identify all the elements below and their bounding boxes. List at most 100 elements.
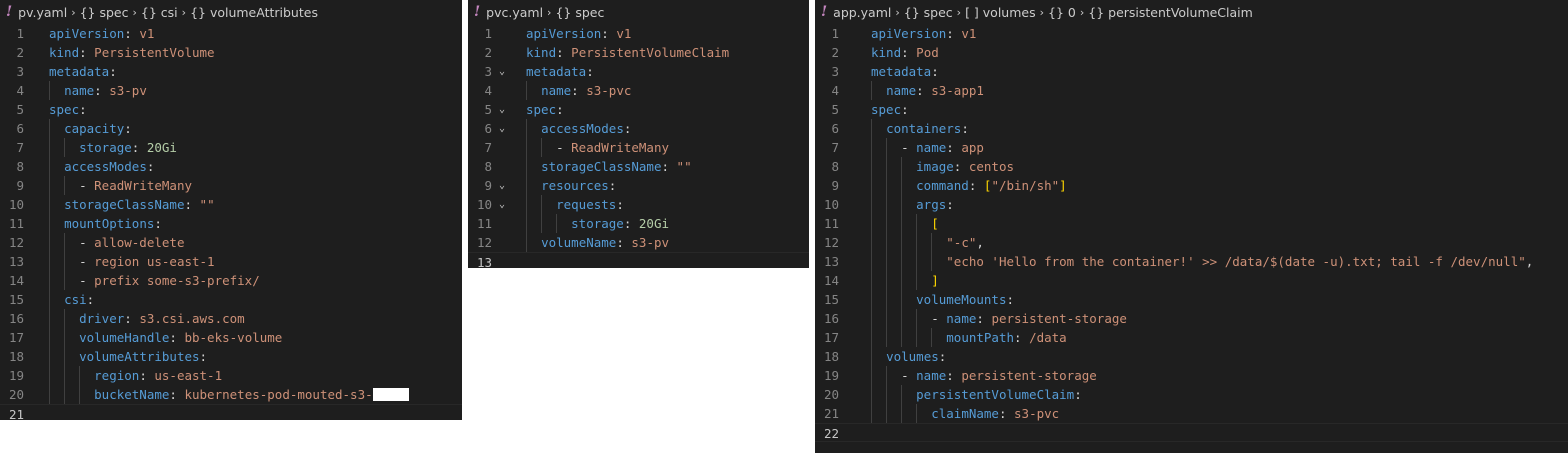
code-line[interactable]: 18 volumes: xyxy=(815,347,1568,366)
code-line[interactable]: 21 xyxy=(0,404,462,420)
code-line[interactable]: 13 "echo 'Hello from the container!' >> … xyxy=(815,252,1568,271)
code-token: : xyxy=(86,292,95,307)
code-line[interactable]: 2 kind: Pod xyxy=(815,43,1568,62)
code-line[interactable]: 2 kind: PersistentVolumeClaim xyxy=(468,43,809,62)
breadcrumb-item[interactable]: [ ] volumes xyxy=(965,5,1036,20)
code-line[interactable]: 3 metadata: xyxy=(815,62,1568,81)
breadcrumb-item[interactable]: pv.yaml xyxy=(18,5,67,20)
code-line[interactable]: 8 accessModes: xyxy=(0,157,462,176)
breadcrumb-item[interactable]: {} volumeAttributes xyxy=(190,5,318,20)
fold-chevron-icon[interactable]: ⌄ xyxy=(496,100,508,119)
code-line[interactable]: 12 "-c", xyxy=(815,233,1568,252)
code-line[interactable]: 7 - ReadWriteMany xyxy=(468,138,809,157)
code-line[interactable]: 9 command: ["/bin/sh"] xyxy=(815,176,1568,195)
code-line[interactable]: 19 - name: persistent-storage xyxy=(815,366,1568,385)
code-line[interactable]: 2 kind: PersistentVolume xyxy=(0,43,462,62)
code-line[interactable]: 9 - ReadWriteMany xyxy=(0,176,462,195)
code-text: volumeMounts: xyxy=(871,290,1014,309)
code-line[interactable]: 1 apiVersion: v1 xyxy=(0,24,462,43)
code-line[interactable]: 6 capacity: xyxy=(0,119,462,138)
code-line[interactable]: 11 mountOptions: xyxy=(0,214,462,233)
code-line[interactable]: 7 - name: app xyxy=(815,138,1568,157)
breadcrumb-item[interactable]: app.yaml xyxy=(833,5,891,20)
code-line[interactable]: 11 storage: 20Gi xyxy=(468,214,809,233)
code-token: us-east-1 xyxy=(154,368,223,383)
code-line[interactable]: 7 storage: 20Gi xyxy=(0,138,462,157)
code-line[interactable]: 10 storageClassName: "" xyxy=(0,195,462,214)
fold-chevron-icon[interactable]: ⌄ xyxy=(496,119,508,138)
editor-pane-pvc[interactable]: ! pvc.yaml ›{} spec 1 apiVersion: v1 2 kind: … xyxy=(468,0,809,268)
fold-chevron-icon[interactable]: ⌄ xyxy=(496,176,508,195)
code-line[interactable]: 20 persistentVolumeClaim: xyxy=(815,385,1568,404)
breadcrumb-item[interactable]: {} 0 xyxy=(1048,5,1076,20)
breadcrumb-item[interactable]: pvc.yaml xyxy=(486,5,543,20)
code-line[interactable]: 22 xyxy=(815,423,1568,442)
code-line[interactable]: 12 volumeName: s3-pv xyxy=(468,233,809,252)
code-line[interactable]: 9 ⌄ resources: xyxy=(468,176,809,195)
breadcrumb-item[interactable]: {} csi xyxy=(141,5,178,20)
code-line[interactable]: 20 bucketName: kubernetes-pod-mouted-s3- xyxy=(0,385,462,404)
code-line[interactable]: 4 name: s3-app1 xyxy=(815,81,1568,100)
code-line[interactable]: 11 [ xyxy=(815,214,1568,233)
code-line[interactable]: 4 name: s3-pvc xyxy=(468,81,809,100)
line-number: 21 xyxy=(8,407,24,420)
code-area[interactable]: 1 apiVersion: v1 2 kind: Pod 3 metadata: 4 nam… xyxy=(815,24,1568,442)
code-token: volumeHandle xyxy=(79,330,170,345)
code-line[interactable]: 17 volumeHandle: bb-eks-volume xyxy=(0,328,462,347)
code-line[interactable]: 5 ⌄ spec: xyxy=(468,100,809,119)
fold-chevron-icon[interactable]: ⌄ xyxy=(496,195,508,214)
code-line[interactable]: 6 containers: xyxy=(815,119,1568,138)
code-line[interactable]: 12 - allow-delete xyxy=(0,233,462,252)
code-token: Pod xyxy=(916,45,939,60)
code-text: storage: 20Gi xyxy=(526,214,669,233)
code-area[interactable]: 1 apiVersion: v1 2 kind: PersistentVolume 3 m… xyxy=(0,24,462,420)
breadcrumb-item[interactable]: {} spec xyxy=(80,5,129,20)
code-token: bb-eks-volume xyxy=(184,330,283,345)
editor-pane-pv[interactable]: ! pv.yaml ›{} spec ›{} csi ›{} volumeAttribu… xyxy=(0,0,462,420)
code-line[interactable]: 16 driver: s3.csi.aws.com xyxy=(0,309,462,328)
line-number: 11 xyxy=(476,216,492,231)
code-token: - xyxy=(49,178,95,193)
code-line[interactable]: 10 ⌄ requests: xyxy=(468,195,809,214)
code-line[interactable]: 5 spec: xyxy=(815,100,1568,119)
code-line[interactable]: 10 args: xyxy=(815,195,1568,214)
code-token: : xyxy=(616,235,632,250)
code-line[interactable]: 1 apiVersion: v1 xyxy=(468,24,809,43)
code-line[interactable]: 18 volumeAttributes: xyxy=(0,347,462,366)
editor-pane-app[interactable]: ! app.yaml ›{} spec ›[ ] volumes ›{} 0 ›{} pe… xyxy=(815,0,1568,453)
line-number: 14 xyxy=(8,273,24,288)
code-line[interactable]: 6 ⌄ accessModes: xyxy=(468,119,809,138)
code-token: PersistentVolumeClaim xyxy=(571,45,730,60)
code-line[interactable]: 21 claimName: s3-pvc xyxy=(815,404,1568,423)
breadcrumb-item[interactable]: {} spec xyxy=(904,5,953,20)
code-area[interactable]: 1 apiVersion: v1 2 kind: PersistentVolumeCl… xyxy=(468,24,809,268)
code-line[interactable]: 19 region: us-east-1 xyxy=(0,366,462,385)
fold-chevron-icon[interactable]: ⌄ xyxy=(496,62,508,81)
code-line[interactable]: 15 csi: xyxy=(0,290,462,309)
code-line[interactable]: 13 - region us-east-1 xyxy=(0,252,462,271)
code-line[interactable]: 15 volumeMounts: xyxy=(815,290,1568,309)
code-line[interactable]: 5 spec: xyxy=(0,100,462,119)
line-number: 12 xyxy=(823,235,839,250)
code-token: persistent-storage xyxy=(961,368,1097,383)
breadcrumb-item[interactable]: {} spec xyxy=(555,5,604,20)
code-token: "" xyxy=(199,197,215,212)
code-token: volumeMounts xyxy=(916,292,1007,307)
code-line[interactable]: 4 name: s3-pv xyxy=(0,81,462,100)
code-line[interactable]: 14 ] xyxy=(815,271,1568,290)
breadcrumb-item[interactable]: {} persistentVolumeClaim xyxy=(1088,5,1253,20)
code-line[interactable]: 16 - name: persistent-storage xyxy=(815,309,1568,328)
code-line[interactable]: 3 metadata: xyxy=(0,62,462,81)
code-line[interactable]: 17 mountPath: /data xyxy=(815,328,1568,347)
code-line[interactable]: 13 xyxy=(468,252,809,268)
code-line[interactable]: 8 image: centos xyxy=(815,157,1568,176)
code-line[interactable]: 8 storageClassName: "" xyxy=(468,157,809,176)
code-line[interactable]: 3 ⌄ metadata: xyxy=(468,62,809,81)
line-number: 9 xyxy=(16,178,24,193)
code-line[interactable]: 1 apiVersion: v1 xyxy=(815,24,1568,43)
code-line[interactable]: 14 - prefix some-s3-prefix/ xyxy=(0,271,462,290)
